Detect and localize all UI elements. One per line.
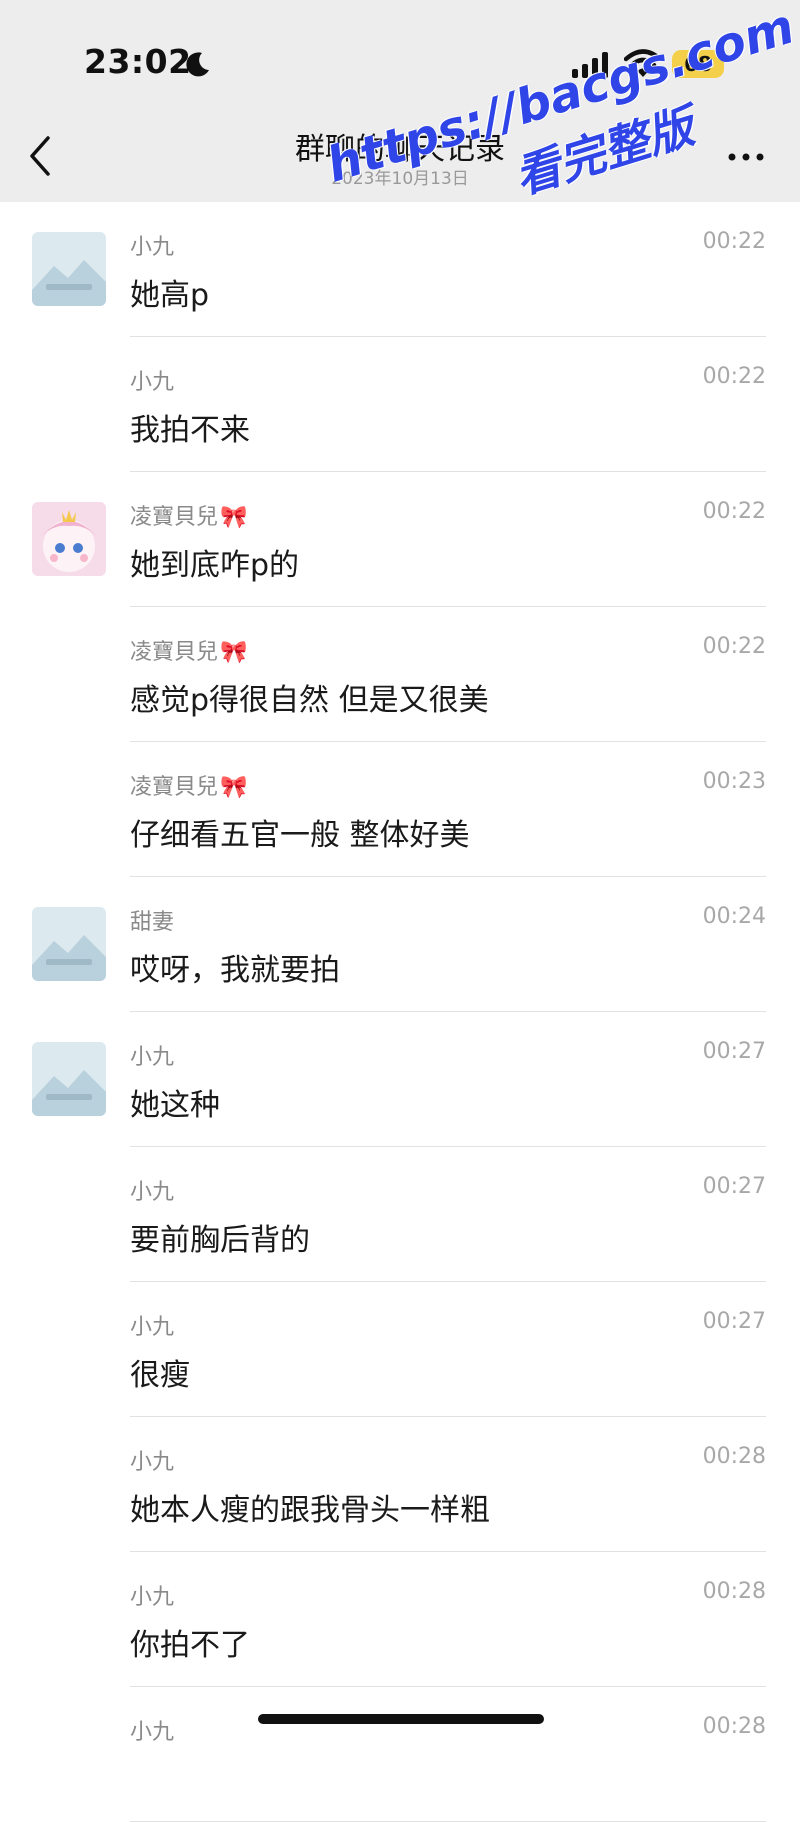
bow-emoji-icon: 🎀 <box>220 640 248 665</box>
avatar-placeholder[interactable] <box>32 232 106 306</box>
message-item[interactable]: 小九 00:28 她本人瘦的跟我骨头一样粗 <box>0 1417 800 1552</box>
sender-name: 小九 <box>130 1045 175 1070</box>
message-item[interactable]: 小九 00:22 她高p <box>0 202 800 337</box>
message-sender: 凌寶貝兒🎀 <box>130 499 247 531</box>
message-sender: 小九 <box>130 1579 174 1611</box>
avatar-anime[interactable] <box>32 502 106 576</box>
message-time: 00:28 <box>702 1579 766 1604</box>
message-item[interactable]: 小九 00:28 <box>0 1687 800 1822</box>
page-title: 群聊的聊天记录 <box>295 132 505 167</box>
message-time: 00:23 <box>702 769 766 794</box>
message-item[interactable]: 小九 00:27 很瘦 <box>0 1282 800 1417</box>
message-item[interactable]: 小九 00:22 我拍不来 <box>0 337 800 472</box>
message-text: 哎呀，我就要拍 <box>130 953 340 988</box>
message-time: 00:28 <box>702 1714 766 1739</box>
message-text: 我拍不来 <box>130 413 250 448</box>
message-time: 00:27 <box>702 1309 766 1334</box>
message-sender: 小九 <box>130 1174 174 1206</box>
sender-name: 小九 <box>130 235 175 260</box>
message-sender: 甜妻 <box>130 904 174 936</box>
sender-name: 凌寶貝兒 <box>130 640 219 665</box>
header: 23:02 68 群聊的聊天记录 2023年10月13日 <box>0 0 800 202</box>
moon-icon <box>186 52 209 77</box>
message-time: 00:22 <box>702 499 766 524</box>
message-text: 感觉p得很自然 但是又很美 <box>130 683 489 718</box>
message-text: 要前胸后背的 <box>130 1223 310 1258</box>
message-time: 00:28 <box>702 1444 766 1469</box>
message-sender: 小九 <box>130 1309 174 1341</box>
message-item[interactable]: 小九 00:27 要前胸后背的 <box>0 1147 800 1282</box>
signal-icon <box>572 52 608 78</box>
message-sender: 小九 <box>130 364 174 396</box>
message-sender: 凌寶貝兒🎀 <box>130 634 247 666</box>
message-item[interactable]: 小九 00:27 她这种 <box>0 1012 800 1147</box>
message-time: 00:27 <box>702 1039 766 1064</box>
bow-emoji-icon: 🎀 <box>220 775 248 800</box>
message-time: 00:27 <box>702 1174 766 1199</box>
sender-name: 小九 <box>130 1450 175 1475</box>
sender-name: 甜妻 <box>130 910 175 935</box>
message-item[interactable]: 凌寶貝兒🎀 00:23 仔细看五官一般 整体好美 <box>0 742 800 877</box>
message-text: 她高p <box>130 278 210 313</box>
message-list: 小九 00:22 她高p 小九 00:22 我拍不来 凌寶貝兒🎀 00:22 她到底咋p的 凌寶… <box>0 202 800 1822</box>
message-time: 00:24 <box>702 904 766 929</box>
status-time: 23:02 <box>84 42 192 81</box>
message-text: 她到底咋p的 <box>130 548 300 583</box>
message-sender: 小九 <box>130 229 174 261</box>
message-sender: 小九 <box>130 1444 174 1476</box>
avatar-placeholder[interactable] <box>32 1042 106 1116</box>
sender-name: 小九 <box>130 1180 175 1205</box>
message-time: 00:22 <box>702 229 766 254</box>
message-time: 00:22 <box>702 634 766 659</box>
sender-name: 凌寶貝兒 <box>130 505 219 530</box>
sender-name: 小九 <box>130 370 175 395</box>
message-text: 你拍不了 <box>130 1628 250 1663</box>
message-item[interactable]: 小九 00:28 你拍不了 <box>0 1552 800 1687</box>
message-sender: 小九 <box>130 1714 174 1746</box>
message-time: 00:22 <box>702 364 766 389</box>
sender-name: 小九 <box>130 1315 175 1340</box>
bow-emoji-icon: 🎀 <box>220 505 248 530</box>
sender-name: 小九 <box>130 1585 175 1610</box>
message-item[interactable]: 凌寶貝兒🎀 00:22 她到底咋p的 <box>0 472 800 607</box>
message-text: 她本人瘦的跟我骨头一样粗 <box>130 1493 490 1528</box>
home-indicator[interactable] <box>258 1714 544 1724</box>
battery-indicator: 68 <box>672 50 724 78</box>
back-chevron-icon[interactable] <box>26 134 56 178</box>
more-options-icon[interactable] <box>726 150 766 164</box>
message-item[interactable]: 凌寶貝兒🎀 00:22 感觉p得很自然 但是又很美 <box>0 607 800 742</box>
message-text: 她这种 <box>130 1088 220 1123</box>
page-date: 2023年10月13日 <box>331 169 469 189</box>
message-sender: 凌寶貝兒🎀 <box>130 769 247 801</box>
sender-name: 小九 <box>130 1720 175 1745</box>
wifi-icon <box>624 49 662 77</box>
message-text: 很瘦 <box>130 1358 190 1393</box>
message-text: 仔细看五官一般 整体好美 <box>130 818 470 853</box>
avatar-placeholder[interactable] <box>32 907 106 981</box>
sender-name: 凌寶貝兒 <box>130 775 219 800</box>
message-item[interactable]: 甜妻 00:24 哎呀，我就要拍 <box>0 877 800 1012</box>
message-sender: 小九 <box>130 1039 174 1071</box>
